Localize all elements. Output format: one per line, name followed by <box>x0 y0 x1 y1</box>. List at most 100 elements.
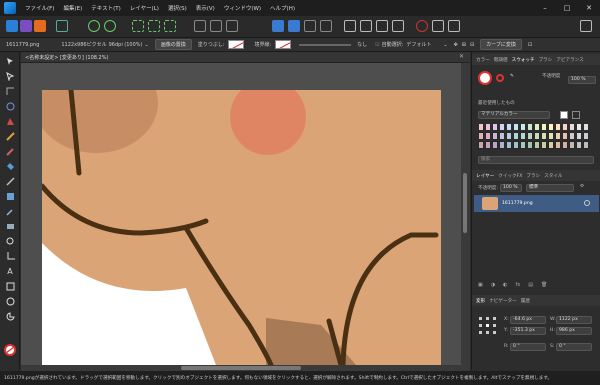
anchor-grid-icon[interactable] <box>478 316 498 336</box>
palette-select[interactable]: マテリアルカラー <box>478 111 550 119</box>
tab-navigator[interactable]: ナビゲーター <box>489 298 517 304</box>
group-icon[interactable]: ▤ <box>528 282 533 288</box>
align-center-icon[interactable] <box>148 20 160 32</box>
rotate-right-icon[interactable] <box>320 20 332 32</box>
document-setup-icon[interactable] <box>56 20 68 32</box>
transform-origin-icon[interactable]: ✥ <box>454 42 458 48</box>
swatch[interactable] <box>541 141 547 149</box>
crop-tool-icon[interactable] <box>4 251 16 262</box>
tab-color[interactable]: カラー <box>476 57 490 63</box>
swatch[interactable] <box>583 141 589 149</box>
y-field[interactable]: -351.3 px <box>510 327 546 335</box>
menu-view[interactable]: 表示(V) <box>196 4 215 12</box>
arrange-front-icon[interactable] <box>194 20 206 32</box>
menu-text[interactable]: テキスト(T) <box>91 4 121 12</box>
vector-brush-icon[interactable] <box>4 146 16 157</box>
chevron-down-icon[interactable]: ⌄ <box>145 42 149 48</box>
rotate-left-icon[interactable] <box>304 20 316 32</box>
swatch[interactable] <box>485 123 491 131</box>
designer-persona-icon[interactable] <box>6 20 18 32</box>
auto-select-value[interactable]: デフォルト <box>406 41 431 48</box>
tab-layers[interactable]: レイヤー <box>476 173 494 179</box>
fill-swatch[interactable] <box>228 40 245 49</box>
menu-help[interactable]: ヘルプ(H) <box>270 4 295 12</box>
swatch[interactable] <box>576 141 582 149</box>
point-transform-icon[interactable] <box>4 101 16 112</box>
swatch[interactable] <box>569 123 575 131</box>
swatch[interactable] <box>513 132 519 140</box>
align-right-icon[interactable] <box>164 20 176 32</box>
tab-layer-brushes[interactable]: ブラシ <box>526 173 540 179</box>
swatch[interactable] <box>485 141 491 149</box>
add-layer-icon[interactable]: ▣ <box>478 282 483 288</box>
arrange-back-icon[interactable] <box>226 20 238 32</box>
swatch[interactable] <box>583 132 589 140</box>
boolean-add-icon[interactable] <box>344 20 356 32</box>
swatch[interactable] <box>478 141 484 149</box>
flip-horizontal-icon[interactable] <box>272 20 284 32</box>
swatch[interactable] <box>513 123 519 131</box>
menu-layer[interactable]: レイヤー(L) <box>130 4 159 12</box>
maximize-icon[interactable]: □ <box>556 0 578 16</box>
opacity-field[interactable]: 100 % <box>568 76 596 84</box>
border-swatch[interactable] <box>275 40 292 49</box>
tab-quick-fx[interactable]: クイックFX <box>498 173 522 179</box>
swatch-grid[interactable] <box>478 123 590 152</box>
swatch[interactable] <box>541 132 547 140</box>
swatch[interactable] <box>527 123 533 131</box>
image-artwork[interactable] <box>21 63 470 365</box>
align-left-icon[interactable] <box>132 20 144 32</box>
shape-tool-icon[interactable] <box>4 311 16 322</box>
minimize-icon[interactable]: – <box>534 0 556 16</box>
ellipse-tool-icon[interactable] <box>4 296 16 307</box>
swatch[interactable] <box>499 141 505 149</box>
eyedropper-icon[interactable]: ✎ <box>510 74 514 79</box>
text-tool-icon[interactable]: A <box>4 266 16 277</box>
menu-window[interactable]: ウィンドウ(W) <box>224 4 261 12</box>
fill-tool-icon[interactable] <box>4 161 16 172</box>
swatch[interactable] <box>492 141 498 149</box>
account-icon[interactable] <box>580 20 592 32</box>
pen-tool-icon[interactable] <box>4 116 16 127</box>
swatch[interactable] <box>555 123 561 131</box>
none-swatch-icon[interactable] <box>560 111 568 119</box>
swatch[interactable] <box>506 141 512 149</box>
document-tab[interactable]: <名称未設定> [変更あり] (108.2%) <box>25 54 108 61</box>
w-field[interactable]: 1122 px <box>556 316 592 324</box>
h-field[interactable]: 986 px <box>556 327 592 335</box>
shear-field[interactable]: 0 ° <box>556 343 592 351</box>
snap-options-icon[interactable] <box>104 20 116 32</box>
more-options-icon[interactable]: ⊡ <box>528 42 532 48</box>
corner-tool-icon[interactable] <box>4 86 16 97</box>
swatch[interactable] <box>492 123 498 131</box>
swatch[interactable] <box>583 123 589 131</box>
swatch[interactable] <box>492 132 498 140</box>
swatch[interactable] <box>555 132 561 140</box>
close-tab-icon[interactable]: ✕ <box>459 53 464 60</box>
swatch[interactable] <box>534 141 540 149</box>
move-tool-icon[interactable] <box>4 56 16 67</box>
fill-stroke-selector[interactable] <box>478 71 492 85</box>
swatch[interactable] <box>548 141 554 149</box>
canvas[interactable] <box>21 63 470 365</box>
stroke-swatch[interactable] <box>496 74 504 82</box>
view-tool-icon[interactable] <box>4 221 16 232</box>
swatch[interactable] <box>576 123 582 131</box>
zoom-tool-icon[interactable] <box>4 236 16 247</box>
menu-file[interactable]: ファイル(F) <box>25 4 54 12</box>
swatch[interactable] <box>576 132 582 140</box>
flip-vertical-icon[interactable] <box>288 20 300 32</box>
tab-styles[interactable]: スタイル <box>544 173 562 179</box>
tab-gradations[interactable]: 階調値 <box>494 57 508 63</box>
swatch[interactable] <box>548 123 554 131</box>
swatch[interactable] <box>478 123 484 131</box>
blend-mode-select[interactable]: 標準 <box>526 184 574 192</box>
layer-settings-icon[interactable]: ⚙ <box>580 184 584 189</box>
swatch[interactable] <box>534 132 540 140</box>
preferences-icon[interactable] <box>448 20 460 32</box>
swatch[interactable] <box>499 123 505 131</box>
swatch[interactable] <box>527 141 533 149</box>
checkbox-icon[interactable]: ☑ <box>375 42 379 48</box>
swatch[interactable] <box>513 141 519 149</box>
fill-color-icon[interactable] <box>416 20 428 32</box>
